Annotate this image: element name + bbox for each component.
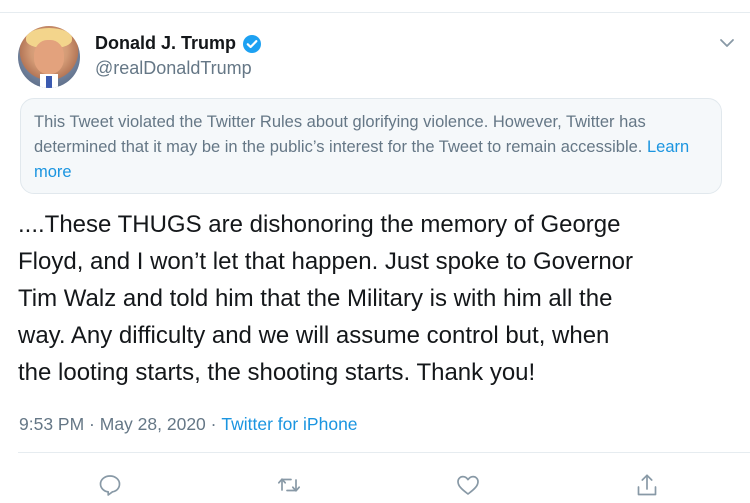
meta-separator: · xyxy=(205,414,222,434)
tweet-date[interactable]: May 28, 2020 xyxy=(100,414,206,435)
avatar[interactable] xyxy=(18,26,80,88)
avatar-tie xyxy=(46,76,52,88)
action-divider xyxy=(18,452,750,453)
tweet-source-link[interactable]: Twitter for iPhone xyxy=(221,414,357,435)
retweet-icon[interactable] xyxy=(276,472,302,498)
tweet-actions xyxy=(0,472,750,503)
share-icon[interactable] xyxy=(634,472,660,498)
verified-badge-icon xyxy=(242,34,262,54)
reply-icon[interactable] xyxy=(97,472,123,498)
meta-separator: · xyxy=(84,414,100,434)
avatar-face xyxy=(34,40,64,74)
tweet-text: ....These THUGS are dishonoring the memo… xyxy=(18,211,634,386)
tweet-meta: 9:53 PM · May 28, 2020 · Twitter for iPh… xyxy=(19,414,358,435)
tweet-time[interactable]: 9:53 PM xyxy=(19,414,84,435)
like-icon[interactable] xyxy=(455,472,481,498)
author-display-name[interactable]: Donald J. Trump xyxy=(95,33,236,54)
author-handle[interactable]: @realDonaldTrump xyxy=(95,58,252,79)
chevron-down-icon[interactable] xyxy=(718,34,736,52)
author-name-row: Donald J. Trump xyxy=(95,33,262,54)
top-divider xyxy=(0,12,750,13)
rules-notice: This Tweet violated the Twitter Rules ab… xyxy=(20,98,722,194)
rules-notice-text: This Tweet violated the Twitter Rules ab… xyxy=(34,113,647,156)
